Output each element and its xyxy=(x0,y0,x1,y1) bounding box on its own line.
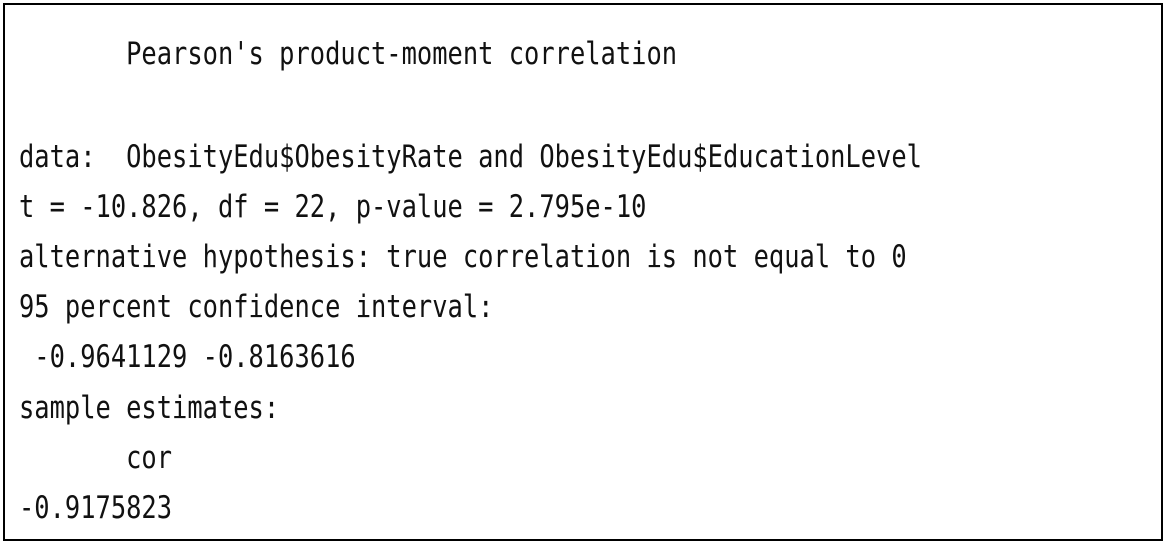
confidence-interval-values: -0.9641129 -0.8163616 xyxy=(19,339,356,375)
alternative-hypothesis-line: alternative hypothesis: true correlation… xyxy=(19,239,907,275)
console-output-frame: Pearson's product-moment correlation dat… xyxy=(3,3,1163,541)
data-description: data: ObesityEdu$ObesityRate and Obesity… xyxy=(19,139,922,175)
confidence-interval-label: 95 percent confidence interval: xyxy=(19,289,494,325)
sample-estimates-label: sample estimates: xyxy=(19,390,280,426)
test-statistic-line: t = -10.826, df = 22, p-value = 2.795e-1… xyxy=(19,189,647,225)
estimate-value: -0.9175823 xyxy=(19,490,173,526)
estimate-name: cor xyxy=(19,440,173,476)
test-title: Pearson's product-moment correlation xyxy=(19,36,678,72)
